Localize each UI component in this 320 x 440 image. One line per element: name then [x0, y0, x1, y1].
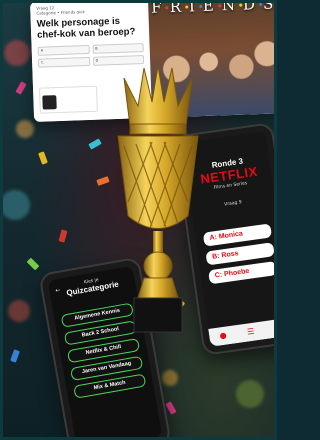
friends-dot: [165, 6, 169, 10]
bokeh-light: [8, 300, 30, 322]
bokeh-light: [4, 40, 30, 66]
bokeh-light: [16, 120, 34, 138]
quiz-answer-grid: A B C D: [37, 43, 145, 68]
chat-icon[interactable]: □: [274, 323, 277, 333]
confetti-piece: [15, 81, 27, 95]
confetti-piece: [58, 229, 68, 243]
friends-dot: [198, 5, 202, 9]
confetti-piece: [26, 257, 40, 271]
quiz-logo-box: [38, 85, 98, 114]
confetti-piece: [165, 401, 177, 415]
confetti-piece: [88, 138, 102, 150]
friends-letter: S: [262, 0, 277, 13]
friends-logo: FRIENDS: [151, 0, 277, 17]
friends-letter: D: [242, 0, 259, 14]
menu-icon[interactable]: ☰: [247, 327, 255, 337]
bokeh-light: [162, 370, 178, 386]
friends-letter: N: [221, 0, 239, 15]
friends-dot: [258, 2, 262, 7]
lightbulb-icon[interactable]: ●: [219, 331, 227, 341]
quiz-answer-c[interactable]: C: [37, 56, 90, 68]
bokeh-light: [0, 190, 30, 220]
quiz-answer-b[interactable]: B: [92, 43, 144, 54]
logo-icon: [42, 95, 57, 110]
friends-dot: [238, 3, 242, 7]
confetti-piece: [38, 151, 48, 165]
bokeh-light: [236, 380, 264, 408]
promo-scene: Vraag 12 Categorie • Friends quiz Welk p…: [0, 0, 277, 440]
friends-letter: F: [150, 0, 165, 17]
friends-letter: I: [188, 0, 199, 16]
friends-dot: [184, 5, 188, 9]
answer-c-button[interactable]: C: Phoebe: [208, 261, 277, 285]
quiz-answer-a[interactable]: A: [37, 44, 90, 56]
trophy-image: [117, 66, 199, 333]
quiz-question: Welk personage is chef-kok van beroep?: [36, 15, 136, 41]
quiz-answer-d[interactable]: D: [92, 55, 145, 66]
confetti-piece: [10, 349, 20, 363]
friends-letter: R: [169, 0, 185, 17]
friends-dot: [217, 4, 221, 8]
friends-letter: E: [202, 0, 218, 15]
phone-bottom-bar: ● ☰ □: [208, 317, 277, 347]
